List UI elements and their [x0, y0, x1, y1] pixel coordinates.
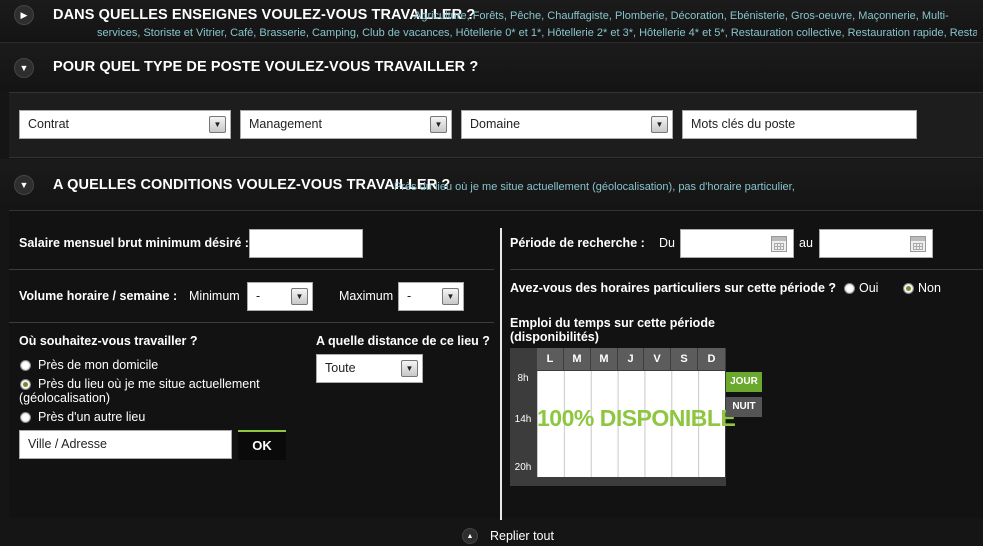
chevron-down-icon[interactable]: ▼: [442, 288, 459, 305]
date-from-input[interactable]: [680, 229, 794, 258]
volume-label: Volume horaire / semaine :: [19, 289, 178, 303]
minimum-select-value: -: [256, 289, 261, 303]
collapse-up-icon: ▲: [462, 528, 478, 544]
distance-select[interactable]: Toute ▼: [316, 354, 423, 383]
management-select-value: Management: [249, 117, 322, 131]
day-header-sunday: D: [698, 348, 725, 370]
au-label: au: [799, 236, 813, 250]
date-to-input[interactable]: [819, 229, 933, 258]
chevron-down-icon[interactable]: ▼: [209, 116, 226, 133]
ok-button[interactable]: OK: [238, 430, 286, 460]
distance-label: A quelle distance de ce lieu ?: [316, 334, 490, 348]
salary-label: Salaire mensuel brut minimum désiré :: [19, 236, 249, 250]
chevron-down-icon[interactable]: ▼: [401, 360, 418, 377]
column-divider: [500, 228, 502, 520]
horaires-question: Avez-vous des horaires particuliers sur …: [510, 281, 837, 295]
chevron-down-icon[interactable]: ▼: [291, 288, 308, 305]
divider: [9, 269, 494, 270]
section-conditions-title: A QUELLES CONDITIONS VOULEZ-VOUS TRAVAIL…: [53, 177, 451, 193]
hour-label: 20h: [514, 462, 532, 473]
radio-domicile[interactable]: [20, 360, 31, 371]
availability-text: 100% DISPONIBLE: [537, 405, 736, 431]
contrat-select[interactable]: Contrat ▼: [19, 110, 231, 139]
maximum-select-value: -: [407, 289, 412, 303]
maximum-label: Maximum: [339, 289, 394, 303]
where-option-2-label-2: (géolocalisation): [19, 391, 111, 405]
divider: [510, 269, 983, 270]
radio-geolocalisation[interactable]: [20, 379, 31, 390]
management-select[interactable]: Management ▼: [240, 110, 452, 139]
section-enseignes-title: DANS QUELLES ENSEIGNES VOULEZ-VOUS TRAVA…: [53, 7, 476, 23]
radio-autre-lieu[interactable]: [20, 412, 31, 423]
day-header-friday: V: [644, 348, 670, 370]
collapse-icon[interactable]: ▼: [14, 58, 34, 78]
maximum-select[interactable]: - ▼: [398, 282, 464, 311]
section-poste-header[interactable]: ▼ POUR QUEL TYPE DE POSTE VOULEZ-VOUS TR…: [0, 43, 983, 91]
collapse-icon[interactable]: ▼: [14, 175, 34, 195]
chevron-down-icon[interactable]: ▼: [651, 116, 668, 133]
where-option-1-label: Près de mon domicile: [38, 358, 159, 372]
jour-button[interactable]: JOUR: [726, 372, 762, 392]
salary-input[interactable]: [249, 229, 363, 258]
collapse-all-label: Replier tout: [490, 529, 554, 543]
domaine-select[interactable]: Domaine ▼: [461, 110, 673, 139]
day-header-tuesday: M: [564, 348, 590, 370]
hour-label: 8h: [517, 373, 529, 384]
where-option-2-label: Près du lieu où je me situe actuellement: [38, 377, 260, 391]
section-conditions-header[interactable]: ▼ A QUELLES CONDITIONS VOULEZ-VOUS TRAVA…: [0, 159, 983, 209]
section-enseignes-summary: Agriculture, Forêts, Pêche, Chauffagiste…: [414, 8, 979, 25]
calendar-icon[interactable]: [910, 236, 926, 252]
distance-select-value: Toute: [325, 361, 356, 375]
where-label: Où souhaitez-vous travailler ?: [19, 334, 198, 348]
domaine-select-value: Domaine: [470, 117, 521, 131]
divider: [9, 322, 494, 323]
minimum-select[interactable]: - ▼: [247, 282, 313, 311]
hour-label: 14h: [514, 414, 532, 425]
section-poste-title: POUR QUEL TYPE DE POSTE VOULEZ-VOUS TRAV…: [53, 59, 479, 75]
ok-button-label: OK: [252, 438, 272, 453]
schedule-title: Emploi du temps sur cette période: [510, 316, 715, 330]
expand-icon[interactable]: ▶: [14, 5, 34, 25]
radio-oui[interactable]: [844, 283, 855, 294]
address-input[interactable]: Ville / Adresse: [19, 430, 232, 459]
keywords-input[interactable]: Mots clés du poste: [682, 110, 917, 139]
nuit-button[interactable]: NUIT: [726, 397, 762, 417]
section-enseignes-header[interactable]: ▶ DANS QUELLES ENSEIGNES VOULEZ-VOUS TRA…: [0, 0, 983, 42]
schedule-subtitle: (disponibilités): [510, 330, 599, 344]
day-header-thursday: J: [618, 348, 643, 370]
chevron-down-icon[interactable]: ▼: [430, 116, 447, 133]
period-label: Période de recherche :: [510, 236, 645, 250]
section-enseignes-summary-2: services, Storiste et Vitrier, Café, Bra…: [97, 27, 977, 39]
summary-line-1: Agriculture, Forêts, Pêche, Chauffagiste…: [414, 10, 949, 22]
du-label: Du: [659, 236, 675, 250]
section-conditions-summary: Près du lieu où je me situe actuellement…: [394, 181, 795, 193]
calendar-icon[interactable]: [771, 236, 787, 252]
day-header-saturday: S: [671, 348, 697, 370]
where-option-3-label: Près d'un autre lieu: [38, 410, 146, 424]
oui-label: Oui: [859, 281, 879, 295]
day-header-monday: L: [537, 348, 563, 370]
day-header-wednesday: M: [591, 348, 617, 370]
minimum-label: Minimum: [189, 289, 240, 303]
radio-non[interactable]: [903, 283, 914, 294]
contrat-select-value: Contrat: [28, 117, 69, 131]
non-label: Non: [918, 281, 941, 295]
